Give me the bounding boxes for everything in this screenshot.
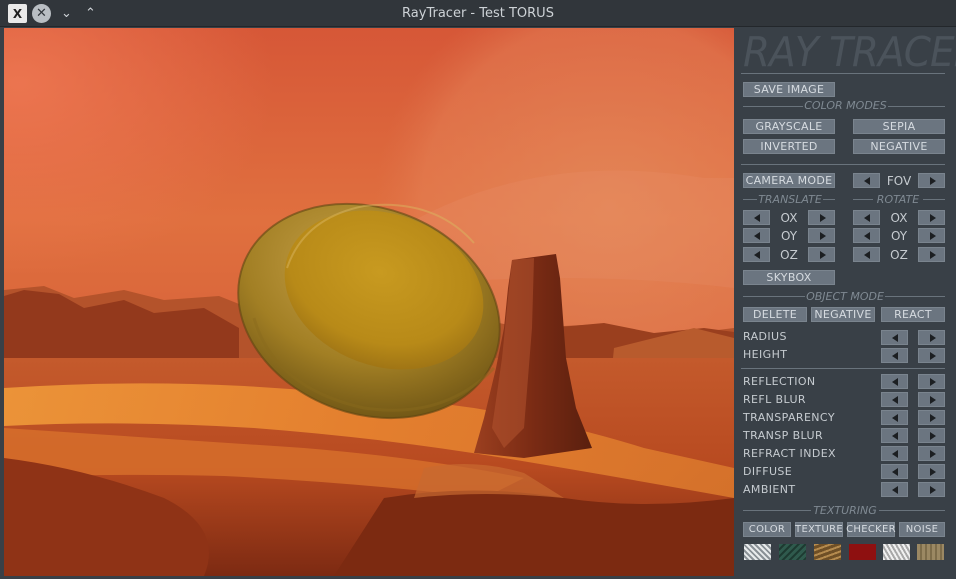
- texture-swatch-3[interactable]: [814, 544, 841, 560]
- radius-increase-button[interactable]: [918, 330, 945, 345]
- translate-oz-label: OZ: [780, 248, 798, 262]
- color-texture-button[interactable]: COLOR: [743, 522, 791, 537]
- refl-blur-increase-button[interactable]: [918, 392, 945, 407]
- save-image-button[interactable]: SAVE IMAGE: [743, 82, 835, 97]
- radius-decrease-button[interactable]: [881, 330, 908, 345]
- rotate-ox-increase-button[interactable]: [918, 210, 945, 225]
- divider: [741, 164, 945, 165]
- rotate-oy-increase-button[interactable]: [918, 228, 945, 243]
- camera-mode-button[interactable]: CAMERA MODE: [743, 173, 835, 188]
- transp-blur-label: TRANSP BLUR: [743, 429, 824, 442]
- translate-ox-increase-button[interactable]: [808, 210, 835, 225]
- transparency-label: TRANSPARENCY: [743, 411, 835, 424]
- texture-swatch-5[interactable]: [883, 544, 910, 560]
- fov-decrease-button[interactable]: [853, 173, 880, 188]
- ambient-increase-button[interactable]: [918, 482, 945, 497]
- reflection-decrease-button[interactable]: [881, 374, 908, 389]
- rotate-ox-decrease-button[interactable]: [853, 210, 880, 225]
- reflection-label: REFLECTION: [743, 375, 816, 388]
- delete-button[interactable]: DELETE: [743, 307, 807, 322]
- fov-increase-button[interactable]: [918, 173, 945, 188]
- app-window: X ✕ ⌄ ⌃ RayTracer - Test TORUS RAY TRACE…: [0, 0, 956, 579]
- skybox-button[interactable]: SKYBOX: [743, 270, 835, 285]
- refract-index-increase-button[interactable]: [918, 446, 945, 461]
- refract-index-label: REFRACT INDEX: [743, 447, 836, 460]
- texturing-heading: TEXTURING: [813, 504, 877, 517]
- divider: [741, 73, 945, 74]
- rotate-oy-decrease-button[interactable]: [853, 228, 880, 243]
- reflection-increase-button[interactable]: [918, 374, 945, 389]
- texture-swatch-6[interactable]: [917, 544, 944, 560]
- rotate-oz-increase-button[interactable]: [918, 247, 945, 262]
- ambient-decrease-button[interactable]: [881, 482, 908, 497]
- checker-button[interactable]: CHECKER: [846, 522, 896, 537]
- grayscale-button[interactable]: GRAYSCALE: [743, 119, 835, 134]
- rendered-scene: [4, 28, 734, 576]
- react-button[interactable]: REACT: [881, 307, 945, 322]
- transp-blur-decrease-button[interactable]: [881, 428, 908, 443]
- window-title: RayTracer - Test TORUS: [402, 6, 554, 21]
- divider: [743, 510, 811, 511]
- texture-button[interactable]: TEXTURE: [795, 522, 843, 537]
- rotate-heading: ROTATE: [876, 193, 920, 206]
- transparency-decrease-button[interactable]: [881, 410, 908, 425]
- ambient-label: AMBIENT: [743, 483, 796, 496]
- divider: [923, 199, 945, 200]
- rotate-oy-label: OY: [890, 229, 908, 243]
- texture-swatch-4[interactable]: [849, 544, 876, 560]
- translate-oy-label: OY: [780, 229, 798, 243]
- rotate-oz-decrease-button[interactable]: [853, 247, 880, 262]
- divider: [743, 296, 805, 297]
- translate-oy-decrease-button[interactable]: [743, 228, 770, 243]
- transparency-increase-button[interactable]: [918, 410, 945, 425]
- transp-blur-increase-button[interactable]: [918, 428, 945, 443]
- height-label: HEIGHT: [743, 348, 788, 361]
- translate-heading: TRANSLATE: [758, 193, 822, 206]
- divider: [879, 510, 945, 511]
- divider: [823, 199, 835, 200]
- translate-ox-decrease-button[interactable]: [743, 210, 770, 225]
- translate-oy-increase-button[interactable]: [808, 228, 835, 243]
- height-increase-button[interactable]: [918, 348, 945, 363]
- diffuse-increase-button[interactable]: [918, 464, 945, 479]
- translate-oz-increase-button[interactable]: [808, 247, 835, 262]
- object-mode-heading: OBJECT MODE: [806, 290, 884, 303]
- negative-object-button[interactable]: NEGATIVE: [811, 307, 875, 322]
- sepia-button[interactable]: SEPIA: [853, 119, 945, 134]
- diffuse-label: DIFFUSE: [743, 465, 793, 478]
- translate-oz-decrease-button[interactable]: [743, 247, 770, 262]
- height-decrease-button[interactable]: [881, 348, 908, 363]
- refl-blur-label: REFL BLUR: [743, 393, 806, 406]
- refl-blur-decrease-button[interactable]: [881, 392, 908, 407]
- refract-index-decrease-button[interactable]: [881, 446, 908, 461]
- divider: [743, 106, 803, 107]
- title-bar: X ✕ ⌄ ⌃ RayTracer - Test TORUS: [0, 0, 956, 27]
- texture-swatch-1[interactable]: [744, 544, 771, 560]
- control-panel: RAY TRACER SAVE IMAGE COLOR MODES GRAYSC…: [735, 28, 956, 579]
- texture-swatch-2[interactable]: [779, 544, 806, 560]
- divider: [743, 199, 757, 200]
- divider: [741, 368, 945, 369]
- rotate-oz-label: OZ: [890, 248, 908, 262]
- divider: [888, 106, 945, 107]
- fov-label: FOV: [886, 174, 912, 188]
- color-modes-heading: COLOR MODES: [804, 99, 887, 112]
- rotate-ox-label: OX: [890, 211, 908, 225]
- diffuse-decrease-button[interactable]: [881, 464, 908, 479]
- divider: [885, 296, 945, 297]
- render-viewport[interactable]: [4, 28, 734, 576]
- inverted-button[interactable]: INVERTED: [743, 139, 835, 154]
- app-logo: RAY TRACER: [743, 28, 956, 76]
- negative-color-button[interactable]: NEGATIVE: [853, 139, 945, 154]
- translate-ox-label: OX: [780, 211, 798, 225]
- divider: [853, 199, 873, 200]
- noise-button[interactable]: NOISE: [899, 522, 945, 537]
- radius-label: RADIUS: [743, 330, 787, 343]
